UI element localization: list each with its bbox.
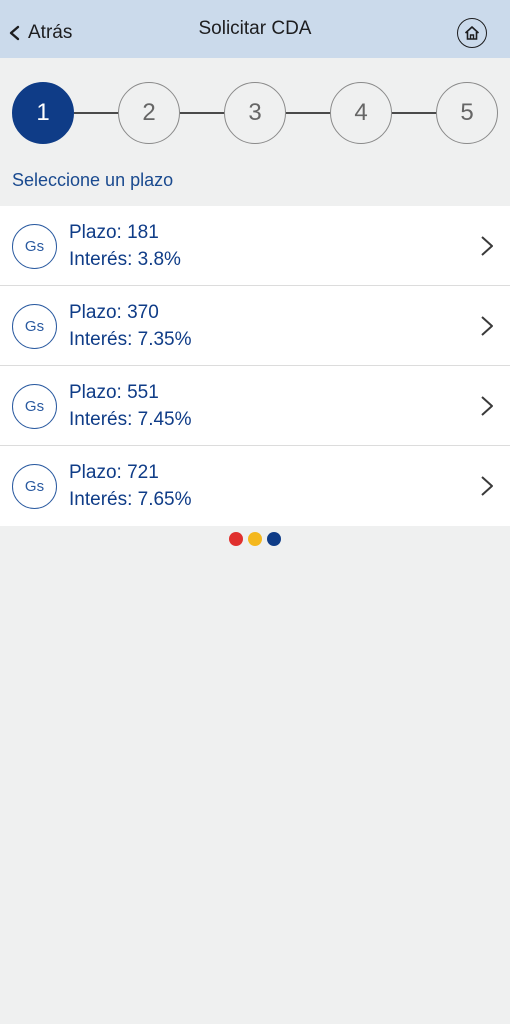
chevron-right-icon — [481, 396, 493, 416]
chevron-left-icon — [9, 25, 20, 41]
section-title: Seleccione un plazo — [12, 170, 174, 190]
step-3: 3 — [224, 82, 286, 144]
interes-label: Interés: 3.8% — [69, 249, 181, 270]
plazo-list: Gs Plazo: 181 Interés: 3.8% Gs Plazo: 37… — [0, 206, 510, 526]
plazo-label: Plazo: 551 — [69, 382, 159, 403]
step-connector — [392, 112, 437, 114]
back-label: Atrás — [28, 22, 73, 43]
currency-badge: Gs — [12, 304, 57, 349]
plazo-label: Plazo: 721 — [69, 462, 159, 483]
chevron-right-icon — [481, 236, 493, 256]
step-connector — [180, 112, 225, 114]
currency-badge: Gs — [12, 224, 57, 269]
step-5: 5 — [436, 82, 498, 144]
back-button[interactable]: Atrás — [8, 18, 72, 48]
step-2: 2 — [118, 82, 180, 144]
top-nav-bar: Atrás Solicitar CDA — [0, 0, 510, 58]
brand-dot-blue — [267, 532, 281, 546]
plazo-label: Plazo: 181 — [69, 222, 159, 243]
interes-label: Interés: 7.45% — [69, 409, 192, 430]
list-item[interactable]: Gs Plazo: 370 Interés: 7.35% — [0, 286, 510, 366]
list-item[interactable]: Gs Plazo: 551 Interés: 7.45% — [0, 366, 510, 446]
step-4: 4 — [330, 82, 392, 144]
page-title: Solicitar CDA — [198, 18, 312, 39]
home-icon — [464, 26, 480, 40]
step-1: 1 — [12, 82, 74, 144]
brand-dot-red — [229, 532, 243, 546]
list-item[interactable]: Gs Plazo: 181 Interés: 3.8% — [0, 206, 510, 286]
step-connector — [286, 112, 331, 114]
step-connector — [74, 112, 119, 114]
chevron-right-icon — [481, 316, 493, 336]
brand-dot-yellow — [248, 532, 262, 546]
chevron-right-icon — [481, 476, 493, 496]
home-button[interactable] — [457, 18, 487, 48]
brand-dots — [229, 532, 281, 546]
plazo-label: Plazo: 370 — [69, 302, 159, 323]
currency-badge: Gs — [12, 464, 57, 509]
list-item[interactable]: Gs Plazo: 721 Interés: 7.65% — [0, 446, 510, 526]
interes-label: Interés: 7.35% — [69, 329, 192, 350]
interes-label: Interés: 7.65% — [69, 489, 192, 510]
currency-badge: Gs — [12, 384, 57, 429]
